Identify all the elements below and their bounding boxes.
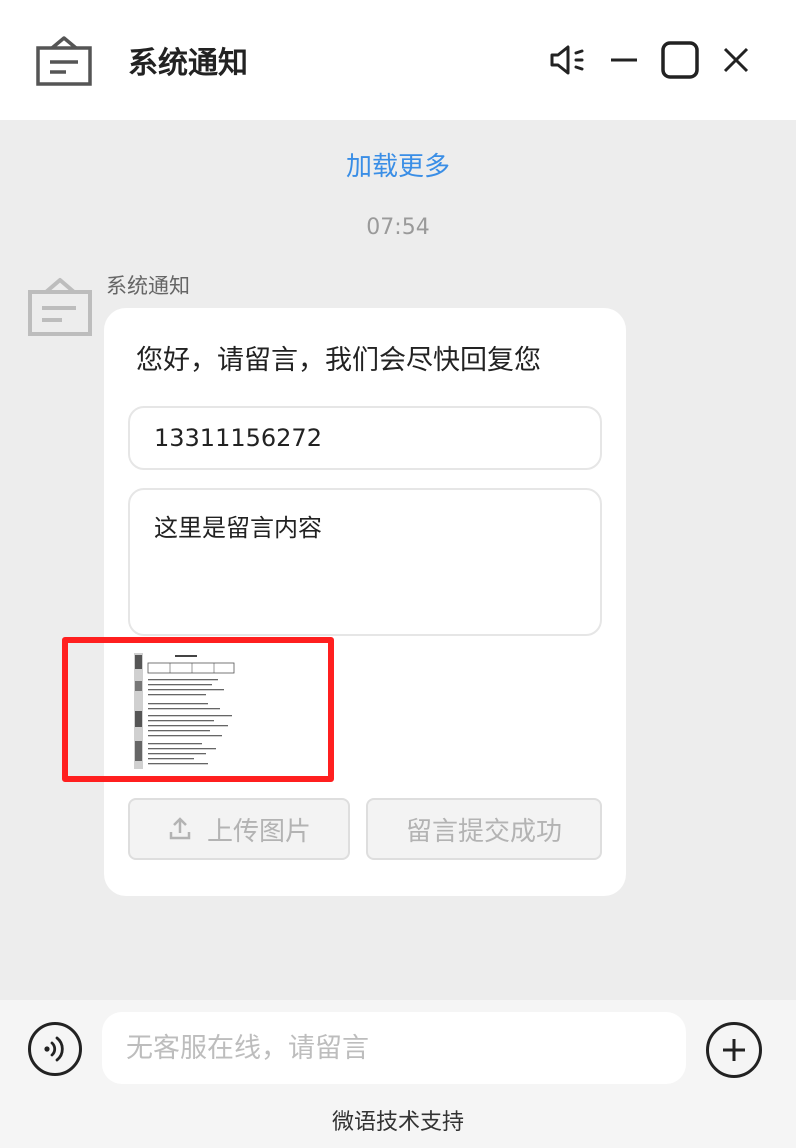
sound-icon[interactable] bbox=[546, 38, 590, 82]
input-bar: 微语技术支持 bbox=[0, 1000, 796, 1148]
message-field[interactable]: 这里是留言内容 bbox=[128, 488, 602, 636]
upload-button-label: 上传图片 bbox=[206, 816, 311, 847]
tray-icon bbox=[34, 34, 94, 88]
sender-avatar bbox=[24, 274, 96, 338]
load-more-link[interactable]: 加载更多 bbox=[0, 146, 796, 183]
message-sender: 系统通知 bbox=[106, 274, 190, 298]
submit-success-button[interactable]: 留言提交成功 bbox=[366, 798, 602, 860]
minimize-icon[interactable] bbox=[602, 38, 646, 82]
upload-image-button[interactable]: 上传图片 bbox=[128, 798, 350, 860]
chat-input-wrapper bbox=[102, 1012, 686, 1084]
window-title: 系统通知 bbox=[128, 46, 248, 81]
message-timestamp: 07:54 bbox=[366, 215, 430, 240]
powered-by-text: 微语技术支持 bbox=[331, 1110, 464, 1135]
maximize-icon[interactable] bbox=[658, 38, 702, 82]
message-bubble: 您好，请留言，我们会尽快回复您 这里是留言内容 上传图片 留言提交成功 bbox=[104, 308, 626, 896]
highlight-annotation-box bbox=[62, 637, 334, 782]
plus-icon[interactable] bbox=[706, 1022, 762, 1078]
voice-icon[interactable] bbox=[28, 1022, 82, 1076]
greeting-text: 您好，请留言，我们会尽快回复您 bbox=[136, 345, 541, 376]
close-icon[interactable] bbox=[714, 38, 758, 82]
phone-field[interactable] bbox=[128, 406, 602, 470]
upload-icon bbox=[169, 817, 191, 840]
title-bar: 系统通知 bbox=[0, 0, 796, 120]
chat-input[interactable] bbox=[102, 1012, 686, 1084]
